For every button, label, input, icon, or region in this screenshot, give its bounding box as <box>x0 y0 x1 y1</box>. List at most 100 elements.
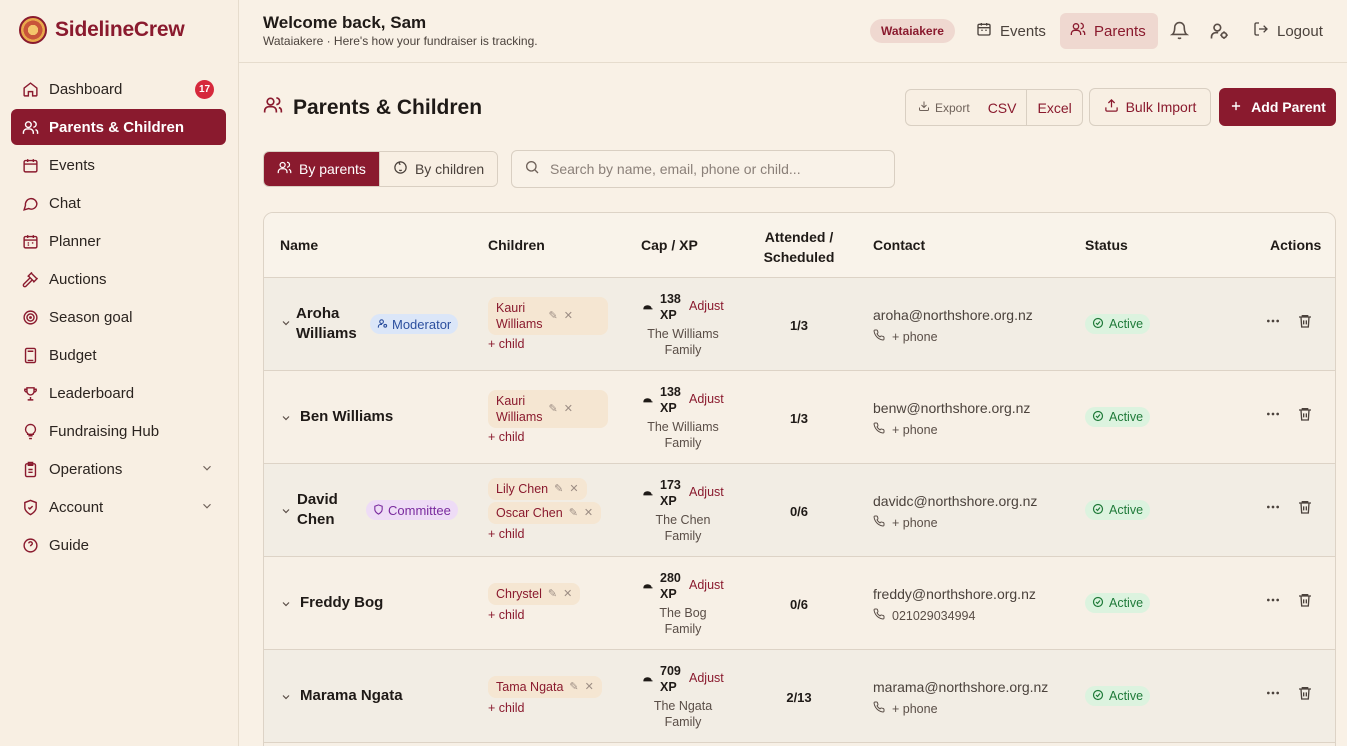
adjust-xp-link[interactable]: Adjust <box>689 671 724 685</box>
sidebar-item-fundraising-hub[interactable]: Fundraising Hub <box>11 413 226 449</box>
chevron-down-icon[interactable] <box>280 411 292 429</box>
sidebar-nav: Dashboard 17 Parents & Children Events C… <box>11 71 226 565</box>
view-by-parents-button[interactable]: By parents <box>264 152 379 186</box>
bulk-import-button[interactable]: Bulk Import <box>1089 88 1211 126</box>
trash-icon[interactable] <box>1297 499 1313 520</box>
remove-x-icon[interactable]: ✕ <box>563 586 572 602</box>
export-csv-button[interactable]: CSV <box>978 89 1027 126</box>
add-child-link[interactable]: + child <box>488 701 524 715</box>
sidebar-item-chat[interactable]: Chat <box>11 185 226 221</box>
sidebar-item-events[interactable]: Events <box>11 147 226 183</box>
more-options-icon[interactable] <box>1265 313 1281 334</box>
parent-name[interactable]: David Chen <box>297 490 338 530</box>
child-chip[interactable]: Oscar Chen ✎ ✕ <box>488 502 602 524</box>
remove-x-icon[interactable]: ✕ <box>569 481 578 497</box>
phone-field[interactable]: + phone <box>873 422 938 437</box>
child-chip[interactable]: Tama Ngata ✎ ✕ <box>488 676 602 698</box>
events-nav-button[interactable]: Events <box>966 13 1056 49</box>
brand[interactable]: SidelineCrew <box>19 16 185 44</box>
chevron-down-icon[interactable] <box>280 504 292 522</box>
help-icon <box>22 537 39 554</box>
column-header-status: Status <box>1085 237 1128 253</box>
parent-name[interactable]: Marama Ngata <box>300 686 403 706</box>
chevron-down-icon[interactable] <box>280 690 292 708</box>
chevron-down-icon[interactable] <box>280 597 292 615</box>
sidebar-item-planner[interactable]: Planner <box>11 223 226 259</box>
parent-name[interactable]: Ben Williams <box>300 407 393 427</box>
phone-field[interactable]: 021029034994 <box>873 608 975 623</box>
sidebar-item-budget[interactable]: Budget <box>11 337 226 373</box>
child-chip[interactable]: Kauri Williams ✎ ✕ <box>488 297 608 335</box>
child-chip[interactable]: Kauri Williams ✎ ✕ <box>488 390 608 428</box>
sidebar-item-season-goal[interactable]: Season goal <box>11 299 226 335</box>
trash-icon[interactable] <box>1297 592 1313 613</box>
sidebar-item-parents-children[interactable]: Parents & Children <box>11 109 226 145</box>
search-input[interactable] <box>550 161 870 177</box>
child-chip[interactable]: Lily Chen ✎ ✕ <box>488 478 587 500</box>
remove-x-icon[interactable]: ✕ <box>584 505 593 521</box>
user-settings-icon[interactable] <box>1209 21 1229 46</box>
trash-icon[interactable] <box>1297 313 1313 334</box>
add-parent-button[interactable]: Add Parent <box>1219 88 1336 126</box>
phone-field[interactable]: + phone <box>873 329 938 344</box>
users-icon <box>277 160 292 178</box>
club-pill[interactable]: Wataiakere <box>870 19 955 43</box>
phone-icon <box>873 515 885 530</box>
add-child-link[interactable]: + child <box>488 430 524 444</box>
more-options-icon[interactable] <box>1265 406 1281 427</box>
add-child-link[interactable]: + child <box>488 337 524 351</box>
edit-pencil-icon[interactable]: ✎ <box>548 586 557 602</box>
sidebar-item-label: Guide <box>49 536 90 554</box>
sidebar-item-leaderboard[interactable]: Leaderboard <box>11 375 226 411</box>
phone-field[interactable]: + phone <box>873 701 938 716</box>
parents-nav-button[interactable]: Parents <box>1060 13 1158 49</box>
remove-x-icon[interactable]: ✕ <box>564 401 573 417</box>
child-chip[interactable]: Chrystel ✎ ✕ <box>488 583 581 605</box>
add-child-link[interactable]: + child <box>488 608 524 622</box>
adjust-xp-link[interactable]: Adjust <box>689 578 724 592</box>
adjust-xp-link[interactable]: Adjust <box>689 392 724 406</box>
view-by-children-button[interactable]: By children <box>379 152 498 186</box>
parent-name[interactable]: Freddy Bog <box>300 593 383 613</box>
more-options-icon[interactable] <box>1265 685 1281 706</box>
parent-name[interactable]: Aroha Williams <box>296 304 357 344</box>
email-text: benw@northshore.org.nz <box>873 400 1031 416</box>
family-name-line2: Family <box>664 436 702 450</box>
bell-icon[interactable] <box>1169 21 1190 45</box>
trash-icon[interactable] <box>1297 685 1313 706</box>
more-options-icon[interactable] <box>1265 499 1281 520</box>
page-title-text: Parents & Children <box>293 96 483 119</box>
child-name: Lily Chen <box>496 482 549 496</box>
column-header-name[interactable]: Name <box>280 237 318 253</box>
trash-icon[interactable] <box>1297 406 1313 427</box>
adjust-xp-link[interactable]: Adjust <box>689 299 724 313</box>
family-name: The Williams Family <box>638 326 728 358</box>
xp-value: 709 XP <box>660 663 681 695</box>
column-header-cap-xp: Cap / XP <box>641 237 698 253</box>
logout-button[interactable]: Logout <box>1243 13 1333 49</box>
sidebar-item-guide[interactable]: Guide <box>11 527 226 563</box>
edit-pencil-icon[interactable]: ✎ <box>549 401 558 417</box>
sidebar-item-account[interactable]: Account <box>11 489 226 525</box>
more-options-icon[interactable] <box>1265 592 1281 613</box>
remove-x-icon[interactable]: ✕ <box>585 679 594 695</box>
edit-pencil-icon[interactable]: ✎ <box>549 308 558 324</box>
sidebar-item-dashboard[interactable]: Dashboard 17 <box>11 71 226 107</box>
cap-icon <box>642 579 653 597</box>
sidebar-item-auctions[interactable]: Auctions <box>11 261 226 297</box>
sidebar-item-operations[interactable]: Operations <box>11 451 226 487</box>
phone-icon <box>873 701 885 716</box>
remove-x-icon[interactable]: ✕ <box>564 308 573 324</box>
edit-pencil-icon[interactable]: ✎ <box>554 481 563 497</box>
export-excel-button[interactable]: Excel <box>1027 89 1081 126</box>
view-toggle: By parents By children <box>263 151 499 187</box>
phone-field[interactable]: + phone <box>873 515 938 530</box>
adjust-xp-link[interactable]: Adjust <box>689 485 724 499</box>
edit-pencil-icon[interactable]: ✎ <box>569 679 578 695</box>
check-circle-icon <box>1092 689 1104 704</box>
chevron-down-icon[interactable] <box>280 316 292 334</box>
edit-pencil-icon[interactable]: ✎ <box>569 505 578 521</box>
table-row: Ben Williams Kauri Williams ✎ ✕ + child 13… <box>264 371 1335 464</box>
add-child-link[interactable]: + child <box>488 527 524 541</box>
xp-unit: XP <box>660 494 677 508</box>
